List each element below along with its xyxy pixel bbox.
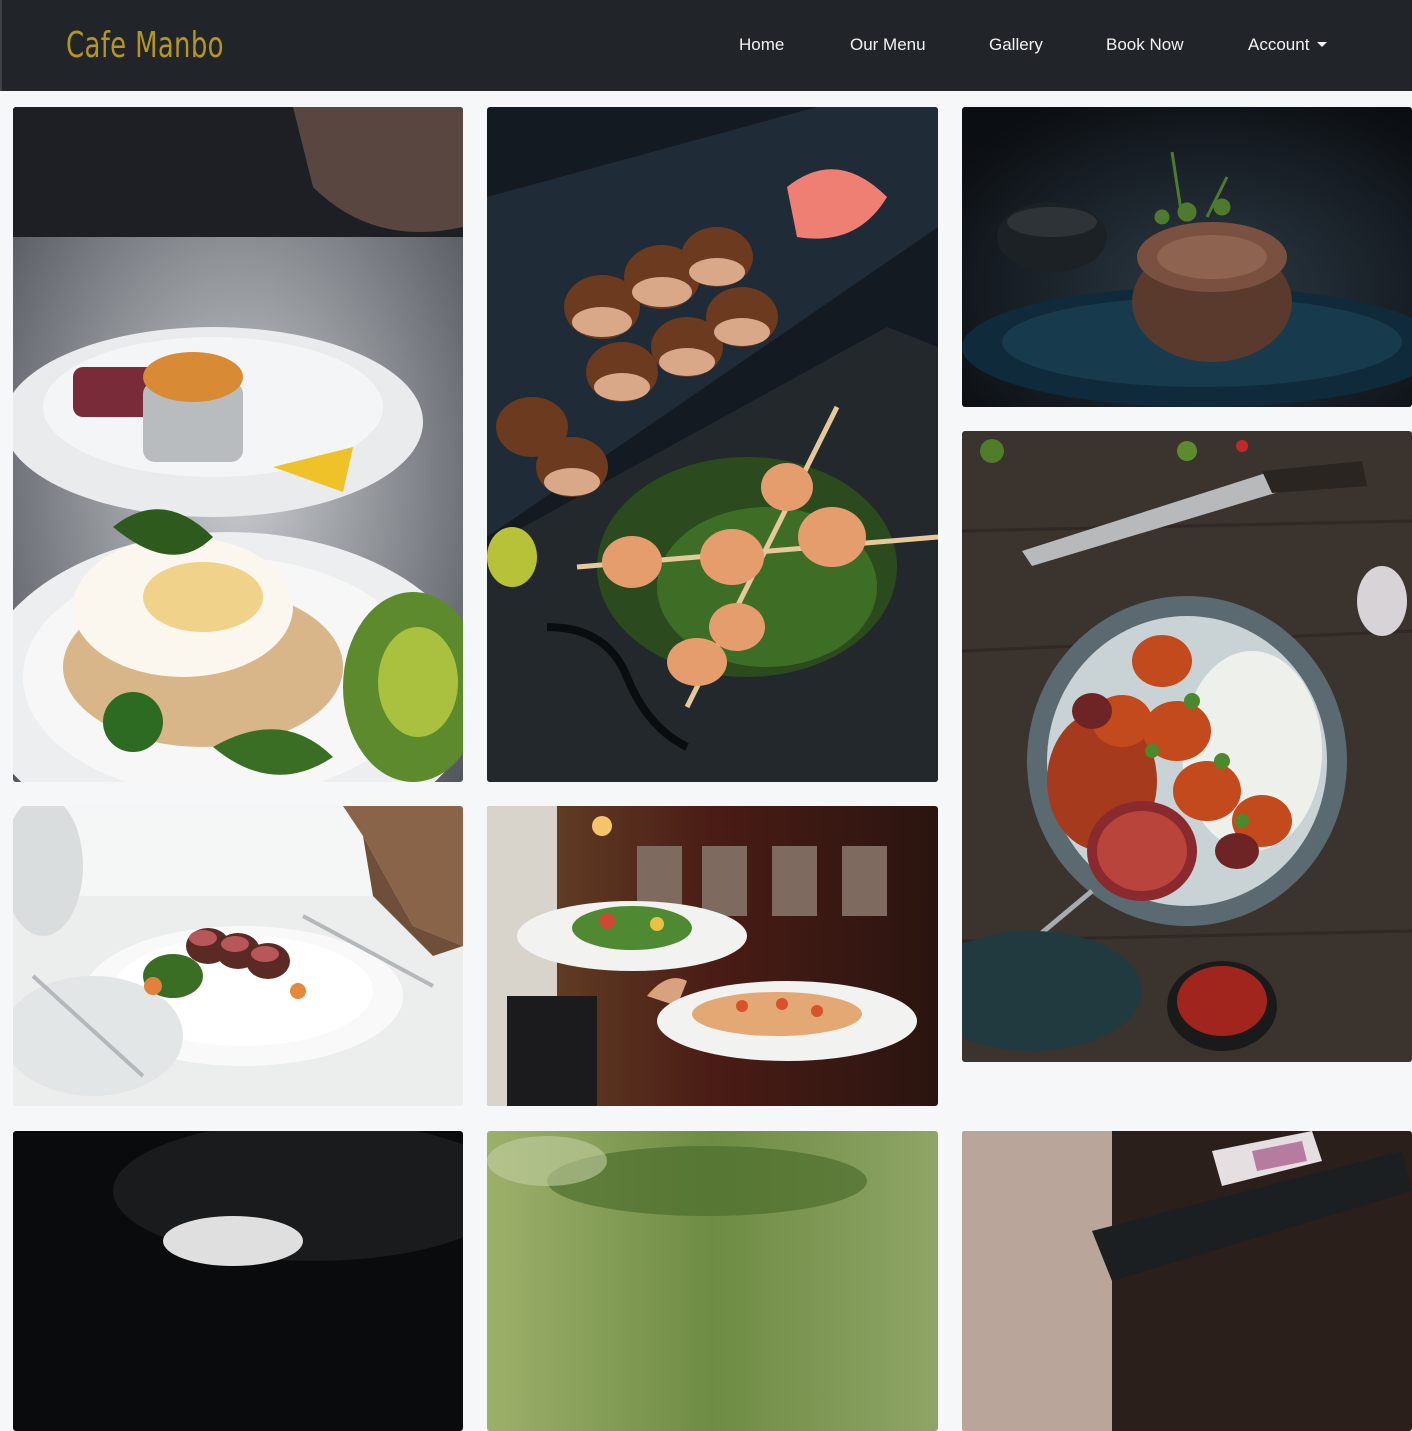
navbar: Cafe Manbo Home Our Menu Gallery Book No…	[0, 0, 1412, 91]
gallery-photo-kebab-skewers[interactable]	[962, 431, 1412, 1062]
nav-gallery-link[interactable]: Gallery	[989, 34, 1043, 56]
nav-account-label: Account	[1248, 35, 1310, 54]
gallery-photo-shrimp-skewers[interactable]	[487, 107, 938, 782]
nav-account-dropdown[interactable]: Account	[1248, 34, 1328, 56]
gallery-photo-eggs-benedict[interactable]	[13, 107, 463, 782]
caret-down-icon	[1317, 42, 1328, 47]
brand-logo[interactable]: Cafe Manbo	[66, 24, 224, 68]
nav-book-now-link[interactable]: Book Now	[1106, 34, 1183, 56]
gallery-photo-wine-bottle[interactable]	[962, 1131, 1412, 1431]
nav-home-link[interactable]: Home	[739, 34, 784, 56]
gallery-photo-dark-dish[interactable]	[13, 1131, 463, 1431]
gallery-photo-beef-fillet[interactable]	[962, 107, 1412, 407]
gallery-photo-blurred-greens[interactable]	[487, 1131, 938, 1431]
gallery-photo-sliced-steak[interactable]	[13, 806, 463, 1106]
gallery-photo-waiter-serving[interactable]	[487, 806, 938, 1106]
nav-our-menu-link[interactable]: Our Menu	[850, 34, 926, 56]
